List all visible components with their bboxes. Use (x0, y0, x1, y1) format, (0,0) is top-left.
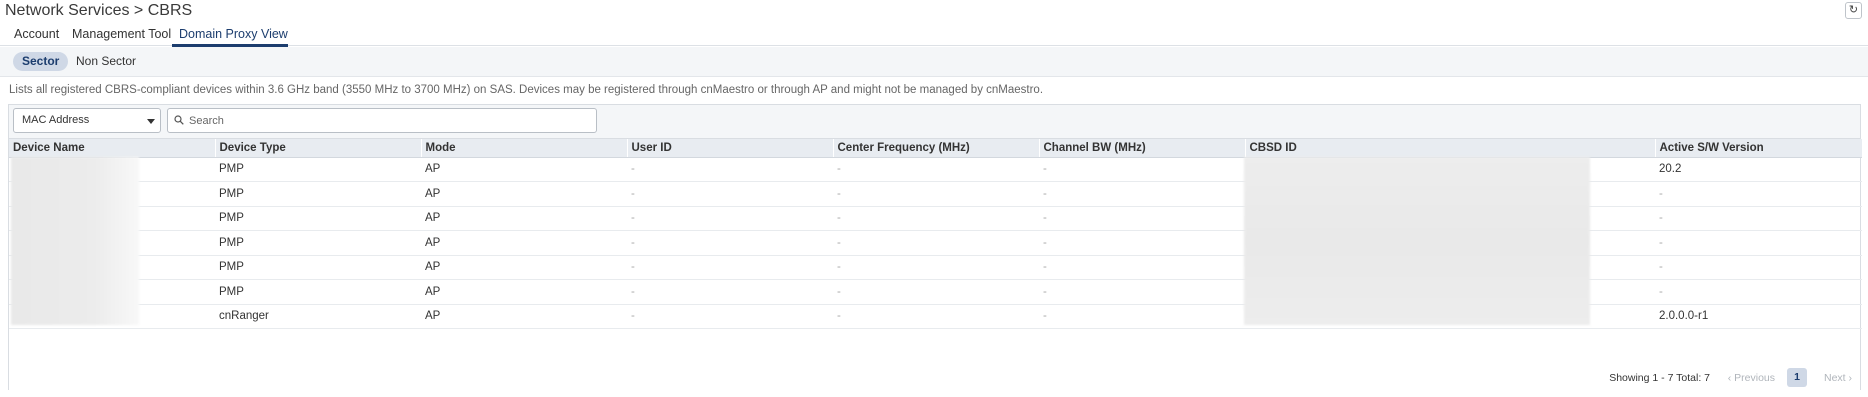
chevron-down-icon (147, 119, 155, 124)
cell-mode: AP (425, 212, 441, 225)
cell-center-frequency: - (837, 187, 841, 200)
cell-user-id: - (631, 236, 635, 249)
main-tabs: Account Management Tool Domain Proxy Vie… (0, 24, 1868, 47)
cell-device-type: cnRanger (219, 310, 269, 323)
col-header-cbsd-id[interactable]: CBSD ID (1244, 139, 1655, 158)
cell-device-type: PMP (219, 236, 244, 249)
cell-device-type: PMP (219, 261, 244, 274)
cell-user-id: - (631, 187, 635, 200)
devices-panel: MAC Address Device Name Device Type Mode… (8, 104, 1862, 390)
col-header-sw-version[interactable]: Active S/W Version (1654, 139, 1862, 158)
pagination-summary: Showing 1 - 7 Total: 7 (1609, 372, 1710, 384)
refresh-icon: ↻ (1848, 4, 1859, 16)
page-description: Lists all registered CBRS-compliant devi… (9, 84, 1044, 96)
cell-channel-bw: - (1043, 187, 1047, 200)
cell-center-frequency: - (837, 212, 841, 225)
sub-tabs: Sector Non Sector (0, 47, 1868, 77)
cell-user-id: - (631, 261, 635, 274)
filter-field-value: MAC Address (22, 114, 90, 126)
cell-user-id: - (631, 310, 635, 323)
cell-center-frequency: - (837, 261, 841, 274)
cell-device-type: PMP (219, 285, 244, 298)
cell-center-frequency: - (837, 236, 841, 249)
cell-device-type: PMP (219, 187, 244, 200)
cell-mode: AP (425, 285, 441, 298)
top-bar: Network Services > CBRS ↻ (0, 0, 1868, 22)
col-header-center-frequency[interactable]: Center Frequency (MHz) (832, 139, 1039, 158)
cell-user-id: - (631, 285, 635, 298)
page-title: Network Services > CBRS (5, 2, 193, 19)
cell-center-frequency: - (837, 285, 841, 298)
search-input[interactable] (189, 112, 589, 129)
cell-mode: AP (425, 236, 441, 249)
tab-domain-proxy-view[interactable]: Domain Proxy View (179, 27, 288, 41)
cell-sw-version: - (1659, 187, 1663, 200)
cell-mode: AP (425, 163, 441, 176)
col-header-user-id[interactable]: User ID (626, 139, 833, 158)
col-header-device-type[interactable]: Device Type (214, 139, 421, 158)
cell-mode: AP (425, 187, 441, 200)
cell-mode: AP (425, 310, 441, 323)
cell-mode: AP (425, 261, 441, 274)
col-header-mode[interactable]: Mode (420, 139, 627, 158)
cell-channel-bw: - (1043, 236, 1047, 249)
pagination-bar: Showing 1 - 7 Total: 7 ‹ Previous 1 Next… (9, 366, 1860, 390)
col-header-device-name[interactable]: Device Name (9, 139, 215, 158)
redacted-device-names (11, 157, 139, 325)
cell-sw-version: - (1659, 236, 1663, 249)
previous-page-button[interactable]: ‹ Previous (1728, 372, 1775, 384)
cell-center-frequency: - (837, 310, 841, 323)
table-header-row: Device Name Device Type Mode User ID Cen… (9, 139, 1862, 158)
cell-device-type: PMP (219, 163, 244, 176)
cell-sw-version: - (1659, 212, 1663, 225)
cell-channel-bw: - (1043, 212, 1047, 225)
cell-channel-bw: - (1043, 285, 1047, 298)
cell-center-frequency: - (837, 163, 841, 176)
filter-toolbar: MAC Address (9, 105, 1860, 139)
tab-management-tool[interactable]: Management Tool (72, 27, 171, 41)
cell-channel-bw: - (1043, 163, 1047, 176)
col-header-channel-bw[interactable]: Channel BW (MHz) (1038, 139, 1245, 158)
cell-device-type: PMP (219, 212, 244, 225)
subtab-sector[interactable]: Sector (13, 52, 69, 71)
redacted-cbsd-ids (1244, 157, 1590, 325)
cell-sw-version: 20.2 (1659, 163, 1682, 176)
cell-channel-bw: - (1043, 310, 1047, 323)
subtab-non-sector[interactable]: Non Sector (67, 52, 145, 71)
filter-field-select[interactable]: MAC Address (13, 108, 161, 133)
page-number-button[interactable]: 1 (1787, 368, 1807, 387)
cell-user-id: - (631, 212, 635, 225)
next-page-button[interactable]: Next › (1824, 372, 1852, 384)
cell-sw-version: 2.0.0.0-r1 (1659, 310, 1709, 323)
cell-sw-version: - (1659, 285, 1663, 298)
refresh-button[interactable]: ↻ (1845, 2, 1862, 19)
cell-sw-version: - (1659, 261, 1663, 274)
search-box (167, 108, 597, 133)
cell-user-id: - (631, 163, 635, 176)
cell-channel-bw: - (1043, 261, 1047, 274)
tab-account[interactable]: Account (14, 27, 59, 41)
search-icon (174, 115, 184, 125)
